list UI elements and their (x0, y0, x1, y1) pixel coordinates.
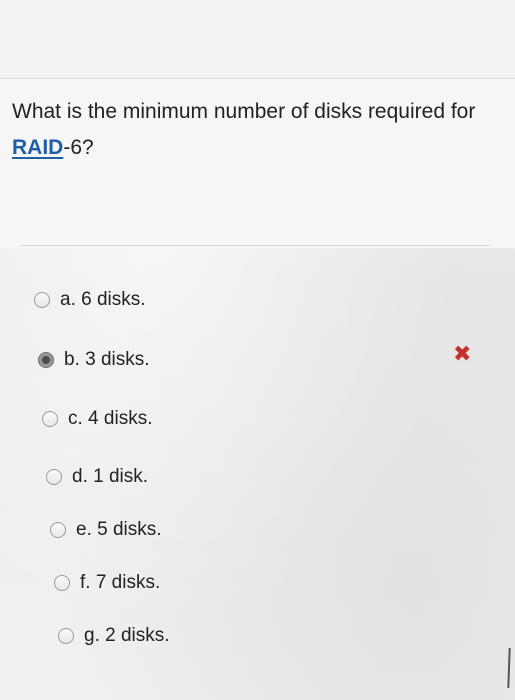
question-prefix: What is the minimum number of disks requ… (12, 100, 476, 123)
radio-button-f[interactable] (54, 575, 70, 591)
option-b-label: b. 3 disks. (64, 349, 150, 370)
option-e[interactable]: e. 5 disks. (50, 515, 162, 545)
quiz-page: What is the minimum number of disks requ… (0, 0, 515, 700)
option-a-label: a. 6 disks. (60, 289, 146, 310)
option-f-label: f. 7 disks. (80, 572, 161, 593)
option-b[interactable]: b. 3 disks. (38, 345, 150, 375)
edge-line (507, 647, 511, 689)
raid-glossary-link[interactable]: RAID (12, 136, 63, 159)
radio-button-e[interactable] (50, 522, 66, 538)
option-f[interactable]: f. 7 disks. (54, 568, 160, 598)
option-d[interactable]: d. 1 disk. (46, 462, 148, 492)
option-e-label: e. 5 disks. (76, 519, 162, 540)
x-mark-icon: ✖ (453, 341, 472, 366)
option-g-label: g. 2 disks. (84, 625, 170, 646)
option-d-label: d. 1 disk. (72, 466, 149, 487)
option-c[interactable]: c. 4 disks. (42, 404, 152, 434)
radio-button-a[interactable] (34, 292, 50, 308)
question-text: What is the minimum number of disks requ… (12, 94, 502, 166)
radio-button-d[interactable] (46, 469, 62, 485)
radio-button-g[interactable] (58, 628, 74, 644)
option-c-label: c. 4 disks. (68, 408, 153, 429)
option-a[interactable]: a. 6 disks. (34, 285, 146, 315)
radio-button-b-selected[interactable] (38, 352, 54, 368)
question-divider (20, 245, 490, 246)
question-suffix: -6? (63, 136, 94, 159)
radio-button-c[interactable] (42, 411, 58, 427)
top-band (0, 0, 515, 78)
option-g[interactable]: g. 2 disks. (58, 621, 170, 651)
